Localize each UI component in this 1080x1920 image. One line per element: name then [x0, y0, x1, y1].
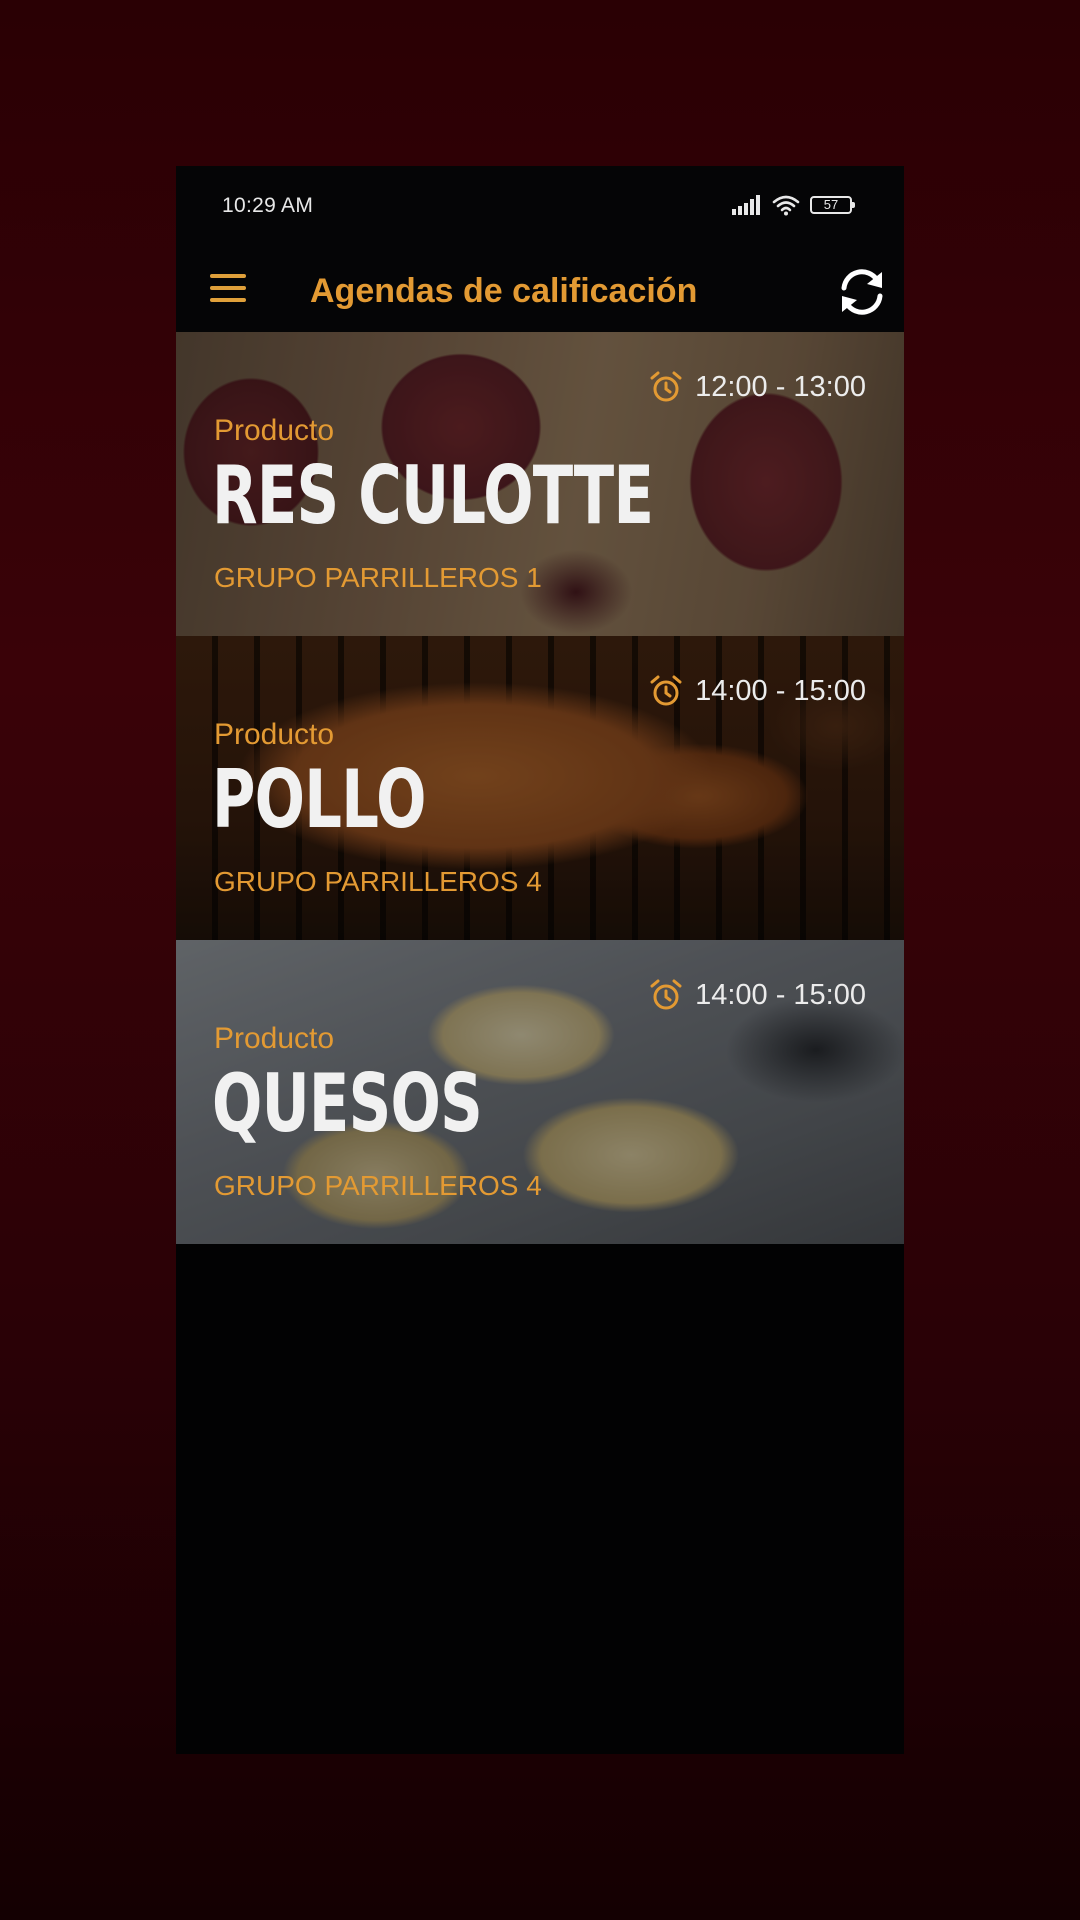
alarm-clock-icon [650, 675, 682, 706]
card-time: 14:00 - 15:00 [649, 674, 866, 708]
schedule-card[interactable]: 14:00 - 15:00 Producto POLLO GRUPO PARRI… [176, 636, 904, 940]
page-title: Agendas de calificación [310, 272, 698, 310]
schedule-card[interactable]: 12:00 - 13:00 Producto RES CULOTTE GRUPO… [176, 332, 904, 636]
card-time: 14:00 - 15:00 [649, 978, 866, 1012]
status-bar: 10:29 AM 57 [176, 166, 904, 244]
status-time: 10:29 AM [222, 194, 314, 217]
card-label: Producto [214, 718, 335, 751]
refresh-icon[interactable] [834, 264, 890, 320]
card-group: GRUPO PARRILLEROS 4 [214, 866, 542, 897]
app-bar: Agendas de calificación [176, 244, 904, 338]
battery-icon: 57 [810, 196, 855, 214]
phone-screen: 10:29 AM 57 Agendas de calificación 12:0… [176, 166, 904, 1754]
card-label: Producto [214, 1022, 335, 1055]
card-group: GRUPO PARRILLEROS 1 [214, 562, 542, 593]
hamburger-menu-icon[interactable] [210, 274, 246, 304]
alarm-clock-icon [650, 371, 682, 402]
card-product-name: POLLO [212, 753, 426, 846]
card-product-name: RES CULOTTE [212, 449, 654, 542]
schedule-card[interactable]: 14:00 - 15:00 Producto QUESOS GRUPO PARR… [176, 940, 904, 1244]
alarm-clock-icon [650, 979, 682, 1010]
card-time-text: 14:00 - 15:00 [695, 674, 866, 707]
signal-icon [732, 195, 760, 215]
card-group: GRUPO PARRILLEROS 4 [214, 1170, 542, 1201]
wifi-icon [772, 195, 800, 216]
status-icons: 57 [732, 192, 855, 218]
card-time-text: 14:00 - 15:00 [695, 978, 866, 1011]
card-time-text: 12:00 - 13:00 [695, 370, 866, 403]
card-time: 12:00 - 13:00 [649, 370, 866, 404]
card-product-name: QUESOS [212, 1057, 483, 1150]
card-label: Producto [214, 414, 335, 447]
